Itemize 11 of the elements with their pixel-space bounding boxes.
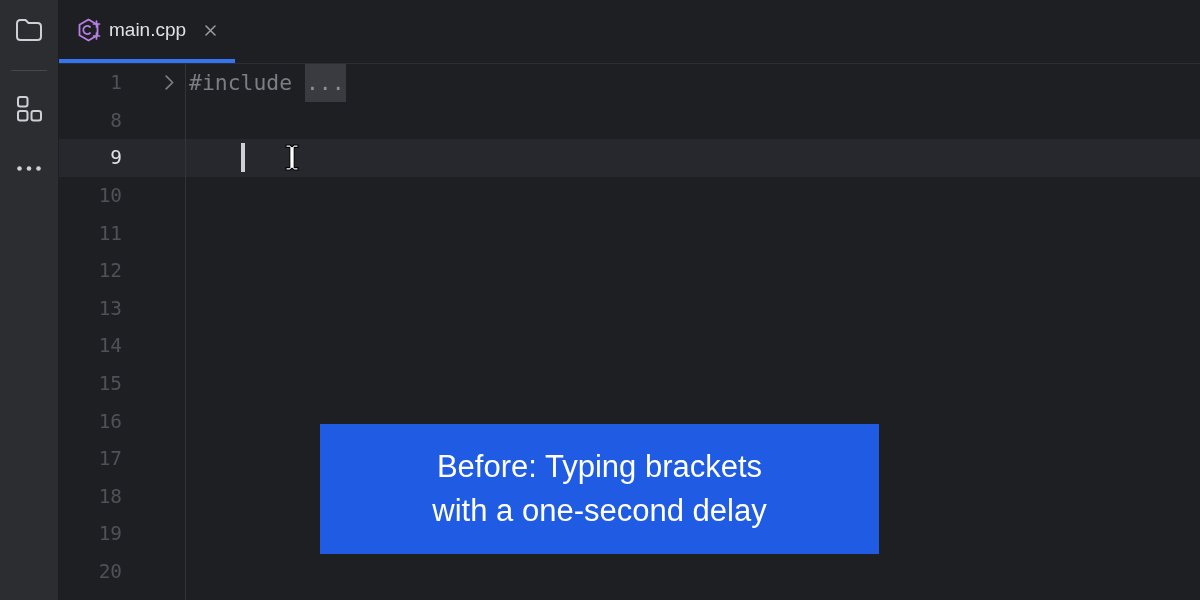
caption-banner: Before: Typing brackets with a one-second delay [320, 424, 879, 554]
three-squares-icon[interactable] [16, 96, 42, 122]
line-number: 9 [109, 146, 122, 170]
i-beam-cursor-icon [285, 144, 299, 171]
close-icon[interactable] [205, 24, 217, 36]
folder-icon[interactable] [15, 18, 43, 42]
file-type-icon [77, 17, 102, 43]
more-icon[interactable] [17, 166, 41, 171]
fold-chevron-icon[interactable] [165, 75, 174, 91]
editor-tab[interactable]: main.cpp [59, 0, 236, 63]
code-text: #include [189, 70, 293, 96]
